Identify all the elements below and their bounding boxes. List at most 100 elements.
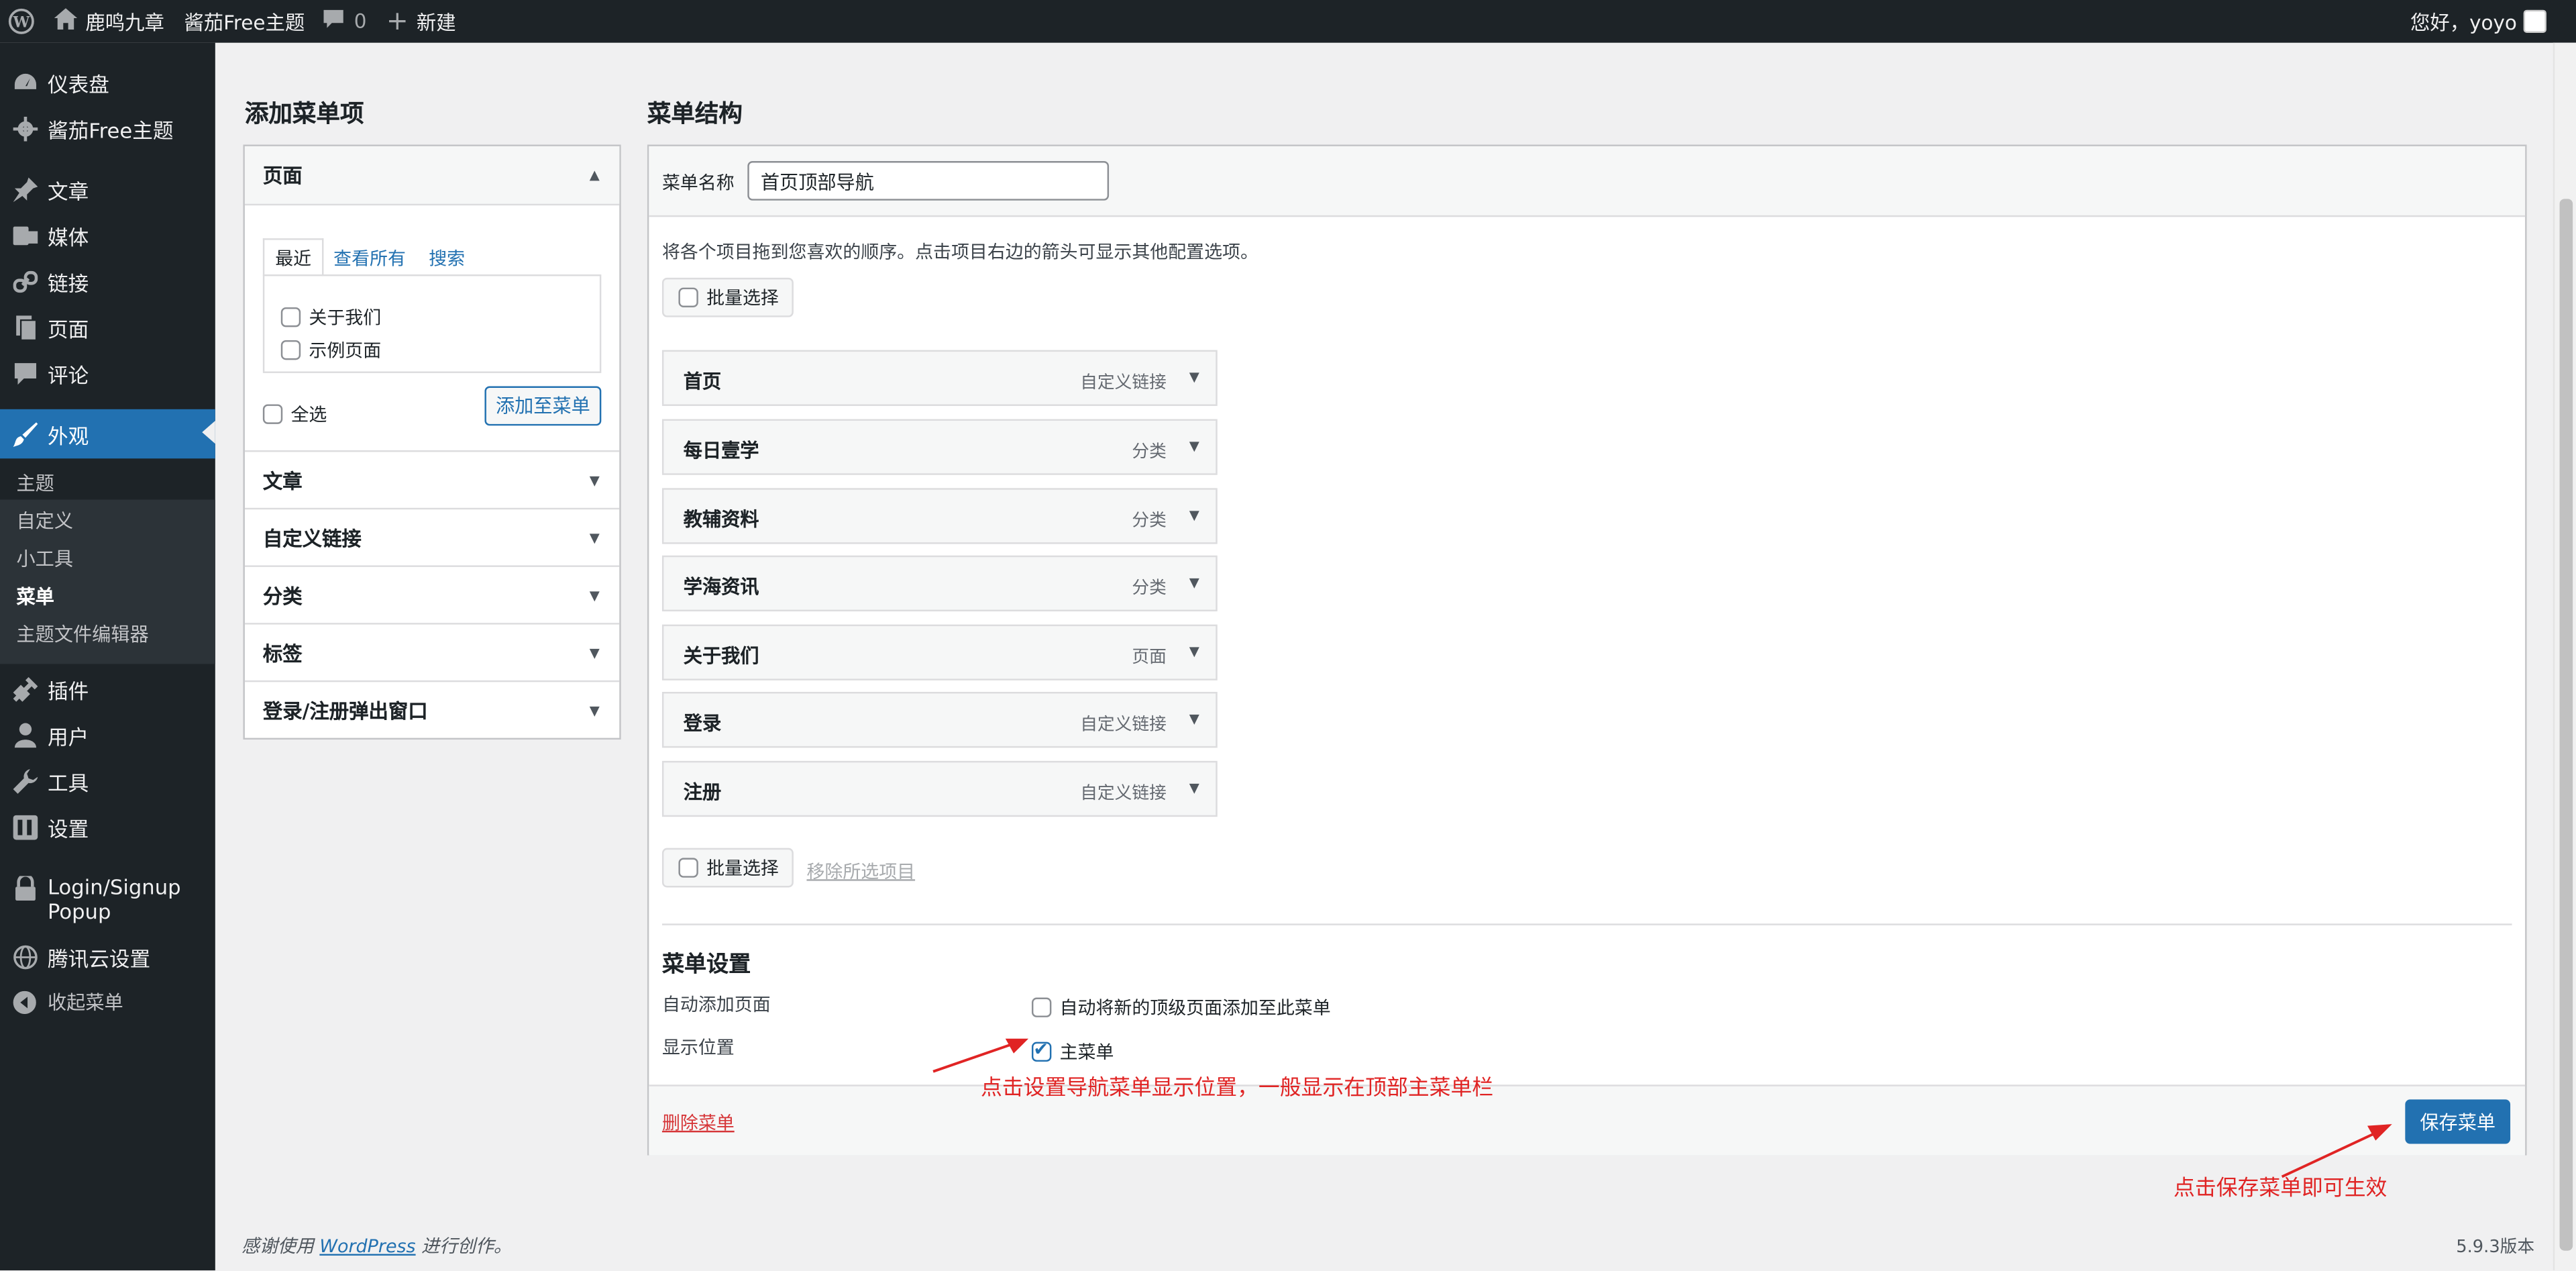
auto-add-checkbox[interactable] [1031, 997, 1052, 1017]
accordion-tags[interactable]: 标签 ▼ [244, 623, 620, 680]
caret-down-icon[interactable]: ▼ [1189, 370, 1199, 385]
caret-down-icon[interactable]: ▼ [1189, 711, 1199, 726]
dashboard-icon [11, 69, 38, 95]
app-root: W 鹿鸣九章 酱茄Free主题 0 + 新建 您好，yoyo 仪表盘 酱茄Fre… [0, 0, 2576, 1271]
scrollbar-thumb[interactable] [2559, 199, 2573, 1251]
sidebar-item-tools[interactable]: 工具 [0, 758, 215, 804]
admin-sidebar: 仪表盘 酱茄Free主题 文章 媒体 链接 页面 评论 外观 主题 自定义 小工… [0, 42, 215, 1271]
menu-name-input[interactable]: 首页顶部导航 [747, 161, 1110, 201]
delete-menu-link[interactable]: 删除菜单 [662, 1109, 735, 1135]
submenu-customize[interactable]: 自定义 [16, 508, 72, 534]
sidebar-item-tencent-cloud[interactable]: 腾讯云设置 [0, 933, 215, 980]
caret-down-icon[interactable]: ▼ [1189, 780, 1199, 795]
sidebar-item-users[interactable]: 用户 [0, 711, 215, 758]
bulk-select-checkbox[interactable] [678, 287, 698, 307]
footer-thanks: 感谢使用 WordPress 进行创作。 [241, 1235, 512, 1258]
account-menu[interactable]: 您好，yoyo [2410, 0, 2546, 43]
globe-icon [11, 944, 38, 970]
caret-down-icon[interactable]: ▼ [1189, 439, 1199, 454]
display-location-label: 显示位置 [661, 1037, 735, 1059]
menu-item-daily[interactable]: 每日壹学 分类 ▼ [661, 419, 1218, 475]
add-to-menu-button[interactable]: 添加至菜单 [484, 386, 602, 426]
sidebar-item-login-popup[interactable]: Login/Signup Popup [0, 864, 215, 933]
caret-up-icon: ▲ [589, 167, 600, 183]
comment-icon [11, 360, 38, 386]
home-icon [54, 8, 78, 34]
settings-icon [11, 813, 38, 840]
menu-item-news[interactable]: 学海资讯 分类 ▼ [661, 555, 1218, 612]
sidebar-item-pages[interactable]: 页面 [0, 304, 215, 350]
caret-down-icon: ▼ [589, 529, 600, 545]
site-name-link[interactable]: 鹿鸣九章 [44, 0, 174, 43]
bulk-select-checkbox[interactable] [678, 858, 698, 878]
media-icon [11, 222, 38, 248]
caret-down-icon[interactable]: ▼ [1189, 644, 1199, 659]
menu-item-register[interactable]: 注册 自定义链接 ▼ [661, 760, 1218, 817]
sidebar-item-theme-settings[interactable]: 酱茄Free主题 [0, 105, 215, 152]
menu-footer-bar: 删除菜单 保存菜单 [649, 1084, 2526, 1156]
sidebar-item-media[interactable]: 媒体 [0, 212, 215, 258]
tab-recent[interactable]: 最近 [262, 238, 324, 276]
list-item: 关于我们 [280, 299, 381, 331]
sidebar-item-dashboard[interactable]: 仪表盘 [0, 59, 215, 105]
bulk-select-top[interactable]: 批量选择 [661, 277, 794, 317]
caret-down-icon: ▼ [589, 702, 600, 717]
accordion-pages-header[interactable]: 页面 ▲ [244, 146, 620, 204]
new-content-link[interactable]: + 新建 [376, 0, 466, 43]
wordpress-link[interactable]: WordPress [319, 1236, 415, 1258]
pages-list: 关于我们 示例页面 [262, 274, 602, 373]
menu-item-login[interactable]: 登录 自定义链接 ▼ [661, 692, 1218, 748]
sidebar-item-comments[interactable]: 评论 [0, 350, 215, 397]
accordion-login-popup[interactable]: 登录/注册弹出窗口 ▼ [244, 680, 620, 738]
lock-icon [11, 874, 38, 901]
accordion-custom-links[interactable]: 自定义链接 ▼ [244, 507, 620, 566]
comments-link[interactable]: 0 [315, 0, 376, 43]
user-icon [11, 721, 38, 748]
save-menu-button[interactable]: 保存菜单 [2405, 1099, 2511, 1144]
divider [661, 923, 2512, 925]
submenu-themes[interactable]: 主题 [16, 470, 54, 496]
accordion-categories[interactable]: 分类 ▼ [244, 565, 620, 623]
pages-body: 最近 查看所有 搜索 关于我们 示例页面 全选 添加至菜单 [244, 203, 620, 452]
annotation-save-note: 点击保存菜单即可生效 [2174, 1176, 2387, 1202]
tab-search[interactable]: 搜索 [429, 245, 465, 271]
menu-item-about[interactable]: 关于我们 页面 ▼ [661, 624, 1218, 680]
menu-item-materials[interactable]: 教辅资料 分类 ▼ [661, 488, 1218, 544]
collapse-icon [11, 989, 38, 1015]
submenu-widgets[interactable]: 小工具 [16, 546, 72, 572]
sidebar-item-links[interactable]: 链接 [0, 258, 215, 304]
wordpress-logo-icon[interactable]: W [0, 0, 44, 43]
submenu-menus[interactable]: 菜单 [16, 583, 54, 609]
add-items-panel: 页面 ▲ 最近 查看所有 搜索 关于我们 示例页面 全选 添加至菜单 文章 ▼ 自… [243, 144, 621, 740]
page-checkbox-sample[interactable] [280, 339, 301, 360]
bulk-select-bottom[interactable]: 批量选择 [661, 848, 794, 888]
accordion-posts[interactable]: 文章 ▼ [244, 450, 620, 508]
comment-icon [324, 9, 345, 34]
plus-icon: + [386, 5, 409, 36]
add-items-title: 添加菜单项 [244, 101, 364, 129]
scrollbar-track[interactable] [2553, 42, 2576, 1271]
sidebar-item-settings[interactable]: 设置 [0, 804, 215, 850]
theme-link[interactable]: 酱茄Free主题 [174, 0, 315, 43]
caret-down-icon[interactable]: ▼ [1189, 575, 1199, 590]
tab-view-all[interactable]: 查看所有 [333, 245, 406, 271]
caret-down-icon[interactable]: ▼ [1189, 508, 1199, 523]
select-all-checkbox[interactable] [262, 403, 283, 423]
remove-selected-link[interactable]: 移除所选项目 [806, 858, 915, 884]
sidebar-item-appearance[interactable]: 外观 [0, 409, 215, 459]
submenu-theme-editor[interactable]: 主题文件编辑器 [16, 621, 148, 648]
page-checkbox-about[interactable] [280, 306, 301, 327]
appearance-submenu: 主题 自定义 小工具 菜单 主题文件编辑器 [0, 472, 215, 664]
sidebar-item-posts[interactable]: 文章 [0, 166, 215, 212]
plugin-icon [11, 676, 38, 702]
menu-item-home[interactable]: 首页 自定义链接 ▼ [661, 350, 1218, 406]
pin-icon [11, 176, 38, 202]
menu-settings-title: 菜单设置 [661, 951, 751, 978]
page-icon [11, 314, 38, 340]
menu-structure-title: 菜单结构 [647, 101, 743, 129]
annotation-location-note: 点击设置导航菜单显示位置，一般显示在顶部主菜单栏 [981, 1076, 1494, 1101]
menu-name-label: 菜单名称 [661, 172, 735, 194]
sidebar-item-plugins[interactable]: 插件 [0, 666, 215, 712]
sidebar-collapse[interactable]: 收起菜单 [0, 980, 215, 1026]
menu-name-bar: 菜单名称 首页顶部导航 [649, 146, 2526, 217]
